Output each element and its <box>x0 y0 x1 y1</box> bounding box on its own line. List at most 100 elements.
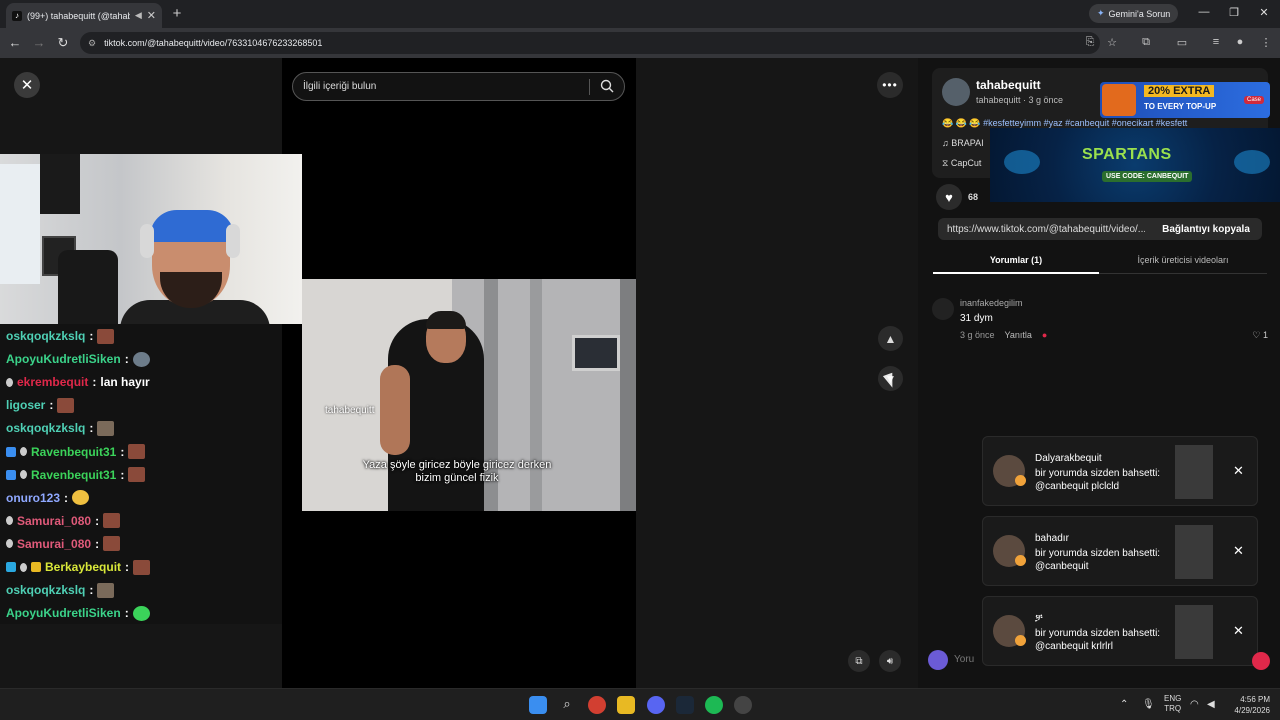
chat-message: Samurai_080: <box>6 534 121 554</box>
creator-avatar[interactable] <box>942 78 970 106</box>
close-notification-icon[interactable]: ✕ <box>1233 543 1244 559</box>
restore-button[interactable]: ❐ <box>1226 6 1242 19</box>
chat-username[interactable]: ApoyuKudretliSiken <box>6 352 121 366</box>
notification-line2: @canbequit plclcld <box>1035 481 1120 492</box>
capcut-label: CapCut <box>950 158 982 168</box>
floating-player-icon[interactable]: ⧉ <box>848 650 870 672</box>
split-view-icon[interactable]: ▭ <box>1175 36 1189 49</box>
chat-username[interactable]: ApoyuKudretliSiken <box>6 606 121 620</box>
heart-icon[interactable]: ♥ <box>936 184 962 210</box>
chat-username[interactable]: ligoser <box>6 398 45 412</box>
search-icon[interactable] <box>600 79 614 93</box>
chat-message: onuro123: <box>6 488 90 508</box>
capcut-link[interactable]: ⧖ CapCut <box>942 158 981 169</box>
commenter-avatar[interactable] <box>932 298 954 320</box>
action-row: ♥ 68 <box>936 184 978 210</box>
reading-list-icon[interactable]: ≡ <box>1209 36 1223 48</box>
mention-notification[interactable]: Dalyarakbequit bir yorumda sizden bahsett… <box>982 436 1258 506</box>
search-taskbar-icon[interactable]: ⌕ <box>558 696 576 714</box>
notification-line2: @canbequit <box>1035 561 1089 572</box>
wifi-icon[interactable]: ◠ <box>1190 699 1199 710</box>
clock-date: 4/29/2026 <box>1234 706 1270 715</box>
bookmark-star-icon[interactable]: ☆ <box>1105 36 1119 49</box>
mention-notification[interactable]: ቻ bir yorumda sizden bahsetti: @canbequit … <box>982 596 1258 666</box>
microphone-icon[interactable]: 🎙︎ <box>1142 699 1155 710</box>
video-frame[interactable]: tahabequitt Yaza şöyle giricez böyle gir… <box>302 279 636 511</box>
panel-tabs: Yorumlar (1) İçerik üreticisi videoları <box>933 250 1267 274</box>
close-video-button[interactable]: ✕ <box>14 72 40 98</box>
reply-button[interactable]: Yanıtla <box>1005 330 1032 340</box>
chat-separator: : <box>124 606 129 621</box>
chat-badge-icon <box>6 516 13 526</box>
comment-like-button[interactable]: ♡ 1 <box>1252 330 1268 341</box>
chat-username[interactable]: Samurai_080 <box>17 537 91 551</box>
chat-username[interactable]: Ravenbequit31 <box>31 468 116 482</box>
browser-tab[interactable]: ♪ (99+) tahabequitt (@tahabe ◀ ✕ <box>6 3 162 28</box>
notification-text: bir yorumda sizden bahsetti: @canbequit <box>1035 547 1165 573</box>
window-close-button[interactable]: ✕ <box>1256 6 1272 19</box>
close-notification-icon[interactable]: ✕ <box>1233 623 1244 639</box>
chat-separator: : <box>64 490 69 505</box>
gemini-button[interactable]: ✦ Gemini'a Sorun <box>1089 4 1179 23</box>
close-tab-icon[interactable]: ✕ <box>147 9 156 22</box>
tray-overflow-icon[interactable]: ⌃ <box>1120 699 1128 710</box>
chat-username[interactable]: onuro123 <box>6 491 60 505</box>
chat-username[interactable]: Ravenbequit31 <box>31 445 116 459</box>
ad-brand: Case <box>1243 96 1264 104</box>
comment-input[interactable]: Yoru <box>954 648 978 672</box>
ad-banner-spartans[interactable]: SPARTANS USE CODE: CANBEQUIT <box>990 128 1280 202</box>
chat-username[interactable]: Samurai_080 <box>17 514 91 528</box>
speaker-icon[interactable]: ◀ <box>135 10 142 21</box>
ad-subtitle: TO EVERY TOP-UP <box>1144 102 1217 111</box>
browser-menu-icon[interactable]: ⋮ <box>1259 36 1273 49</box>
tab-comments[interactable]: Yorumlar (1) <box>933 250 1099 274</box>
app-icon[interactable] <box>734 696 752 714</box>
new-tab-button[interactable]: + <box>170 5 184 22</box>
minimize-button[interactable]: — <box>1196 6 1212 18</box>
more-options-button[interactable]: ••• <box>877 72 903 98</box>
speaker-tray-icon[interactable]: ◀ <box>1207 699 1215 710</box>
site-settings-icon[interactable]: ⚙ <box>88 38 96 49</box>
chrome-icon[interactable] <box>588 696 606 714</box>
profile-avatar[interactable]: ● <box>1233 36 1247 48</box>
share-url[interactable]: https://www.tiktok.com/@tahabequitt/vide… <box>947 224 1145 235</box>
chat-message: Ravenbequit31: <box>6 465 146 485</box>
start-icon[interactable] <box>529 696 547 714</box>
forward-button[interactable]: → <box>32 35 46 50</box>
previous-video-button[interactable]: ▲ <box>878 326 903 351</box>
language-indicator[interactable]: ENG TRQ <box>1164 694 1181 714</box>
chat-username[interactable]: ekrembequit <box>17 375 88 389</box>
extensions-icon[interactable]: ⧉ <box>1139 36 1153 49</box>
volume-icon[interactable]: 🔊︎ <box>879 650 901 672</box>
steam-icon[interactable] <box>676 696 694 714</box>
clock[interactable]: 4:56 PM 4/29/2026 <box>1226 694 1270 716</box>
ad-banner-topup[interactable]: 20% EXTRA TO EVERY TOP-UP Case <box>1100 82 1270 118</box>
chat-username[interactable]: oskqoqkzkslq <box>6 583 85 597</box>
lang-line1: ENG <box>1164 694 1182 703</box>
folder-icon[interactable] <box>617 696 635 714</box>
reload-button[interactable]: ↻ <box>56 35 70 51</box>
search-input[interactable]: İlgili içeriği bulun <box>292 72 625 101</box>
chat-username[interactable]: oskqoqkzkslq <box>6 421 85 435</box>
back-button[interactable]: ← <box>8 35 22 50</box>
music-link[interactable]: ♫ BRAPAI <box>942 138 984 148</box>
close-notification-icon[interactable]: ✕ <box>1233 463 1244 479</box>
notification-line2: @canbequit krlrlrl <box>1035 641 1113 652</box>
chat-username[interactable]: oskqoqkzkslq <box>6 329 85 343</box>
copy-link-button[interactable]: Bağlantıyı kopyala <box>1150 218 1262 240</box>
spotify-icon[interactable] <box>705 696 723 714</box>
description-hashtags[interactable]: #kesfetteyimm #yaz #canbequit #onecikart… <box>983 118 1187 128</box>
tiktok-icon: ♪ <box>12 10 22 21</box>
chat-message: ApoyuKudretliSiken: <box>6 349 150 369</box>
commenter-name[interactable]: inanfakedegilim <box>960 298 1023 308</box>
chat-username[interactable]: Berkaybequit <box>45 560 121 574</box>
install-app-icon[interactable]: ⎘ <box>1083 36 1097 49</box>
url-input[interactable]: ⚙ tiktok.com/@tahabequitt/video/76331046… <box>80 32 1100 54</box>
post-comment-icon[interactable] <box>1252 652 1270 670</box>
notification-user: Dalyarakbequit <box>1035 453 1102 464</box>
creator-name[interactable]: tahabequitt <box>976 78 1041 92</box>
chat-emote-icon <box>132 351 150 367</box>
discord-icon[interactable] <box>647 696 665 714</box>
mention-notification[interactable]: bahadır bir yorumda sizden bahsetti: @canb… <box>982 516 1258 586</box>
tab-creator-videos[interactable]: İçerik üreticisi videoları <box>1099 250 1267 274</box>
